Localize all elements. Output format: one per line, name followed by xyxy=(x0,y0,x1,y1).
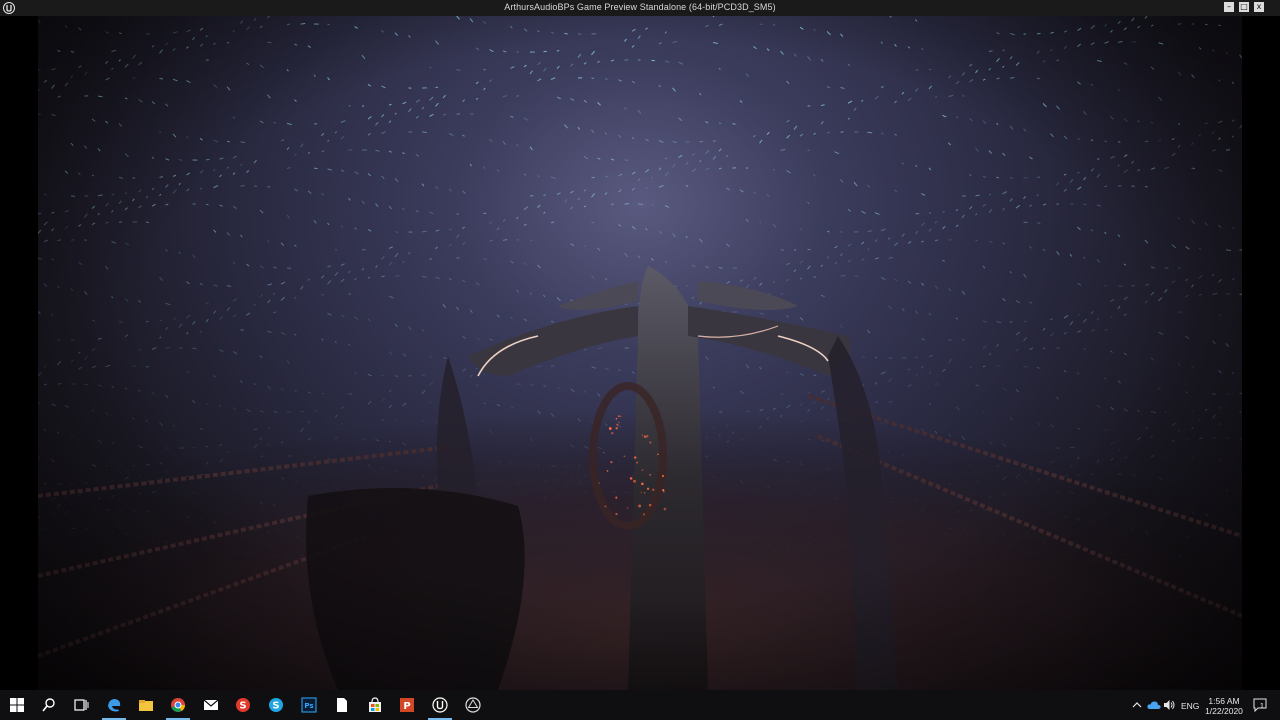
chrome-icon xyxy=(171,698,185,712)
vignette xyxy=(38,16,1242,690)
skype-icon: S xyxy=(269,698,283,712)
svg-text:Ps: Ps xyxy=(304,702,313,710)
taskbar-photoshop[interactable]: Ps xyxy=(293,690,325,720)
action-center-button[interactable]: 1 xyxy=(1253,698,1267,713)
taskbar-store[interactable] xyxy=(359,690,391,720)
taskbar-unreal-engine[interactable] xyxy=(424,690,456,720)
show-hidden-icons-chevron-up-icon[interactable] xyxy=(1132,701,1142,709)
store-icon xyxy=(369,697,381,712)
taskbar-unity[interactable] xyxy=(457,690,489,720)
speaker-volume-icon[interactable] xyxy=(1163,699,1175,711)
clock-date: 1/22/2020 xyxy=(1205,706,1243,716)
clock-time: 1:56 AM xyxy=(1208,696,1240,706)
svg-text:S: S xyxy=(272,701,279,712)
taskbar-chrome[interactable] xyxy=(162,690,194,720)
unity-icon xyxy=(465,697,481,713)
window-title: ArthursAudioBPs Game Preview Standalone … xyxy=(504,2,776,12)
taskbar-file-explorer[interactable] xyxy=(130,690,162,720)
start-button[interactable] xyxy=(1,690,33,720)
taskbar-document[interactable] xyxy=(326,690,358,720)
onedrive-cloud-icon[interactable] xyxy=(1147,700,1161,710)
edge-browser-icon xyxy=(108,699,121,712)
file-explorer-icon xyxy=(139,700,153,711)
taskbar-powerpoint[interactable]: P xyxy=(391,690,423,720)
search-button[interactable] xyxy=(33,690,65,720)
document-icon xyxy=(337,698,347,712)
windows-start-icon xyxy=(10,698,24,712)
svg-text:S: S xyxy=(239,701,246,712)
taskbar-red-app[interactable]: S xyxy=(227,690,259,720)
task-view-icon xyxy=(74,699,89,711)
letterbox-right xyxy=(1242,16,1280,690)
task-view-button[interactable] xyxy=(65,690,97,720)
taskbar-mail[interactable] xyxy=(195,690,227,720)
window-title-bar[interactable]: ArthursAudioBPs Game Preview Standalone … xyxy=(0,0,1280,16)
game-scene xyxy=(38,16,1242,690)
taskbar-edge[interactable] xyxy=(98,690,130,720)
maximize-button[interactable]: □ xyxy=(1239,2,1249,12)
photoshop-icon: Ps xyxy=(301,697,317,713)
close-button[interactable]: x xyxy=(1254,2,1264,12)
powerpoint-icon: P xyxy=(400,698,414,712)
minimize-button[interactable]: – xyxy=(1224,2,1234,12)
search-icon xyxy=(42,698,55,712)
system-clock[interactable]: 1:56 AM 1/22/2020 xyxy=(1198,696,1250,716)
letterbox-left xyxy=(0,16,38,690)
unreal-engine-icon xyxy=(432,697,448,713)
mail-icon xyxy=(203,699,219,710)
input-language-indicator[interactable]: ENG xyxy=(1181,701,1199,711)
red-app-icon: S xyxy=(236,698,250,712)
notification-count-badge: 1 xyxy=(1260,703,1264,710)
game-viewport[interactable] xyxy=(38,16,1242,690)
taskbar-skype[interactable]: S xyxy=(260,690,292,720)
svg-text:P: P xyxy=(403,701,410,712)
windows-taskbar: S S Ps P ENG 1:56 AM 1/22/2020 1 xyxy=(0,690,1280,720)
